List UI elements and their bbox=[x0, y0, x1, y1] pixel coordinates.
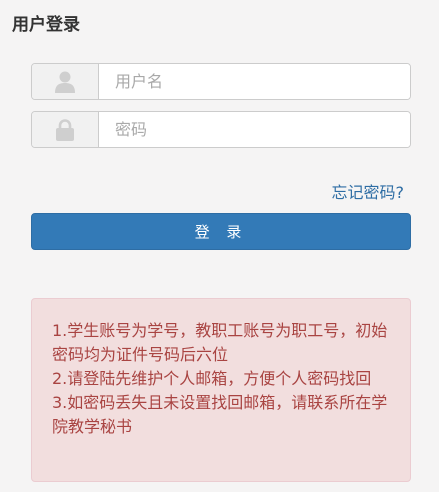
username-input[interactable] bbox=[99, 64, 410, 99]
notice-line: 3.如密码丢失且未设置找回邮箱，请联系所在学院教学秘书 bbox=[52, 393, 388, 436]
login-button[interactable]: 登 录 bbox=[31, 213, 411, 250]
notice-line: 2.请登陆先维护个人邮箱，方便个人密码找回 bbox=[52, 369, 372, 388]
notice-box: 1.学生账号为学号，教职工账号为职工号，初始密码均为证件号码后六位 2.请登陆先… bbox=[31, 298, 411, 482]
password-input[interactable] bbox=[99, 112, 410, 147]
password-group bbox=[31, 111, 411, 148]
notice-line: 1.学生账号为学号，教职工账号为职工号，初始密码均为证件号码后六位 bbox=[52, 321, 388, 364]
lock-icon bbox=[32, 112, 99, 147]
user-icon bbox=[32, 64, 99, 99]
page-title: 用户登录 bbox=[12, 15, 80, 35]
forgot-password-link[interactable]: 忘记密码? bbox=[332, 179, 405, 203]
username-group bbox=[31, 63, 411, 100]
